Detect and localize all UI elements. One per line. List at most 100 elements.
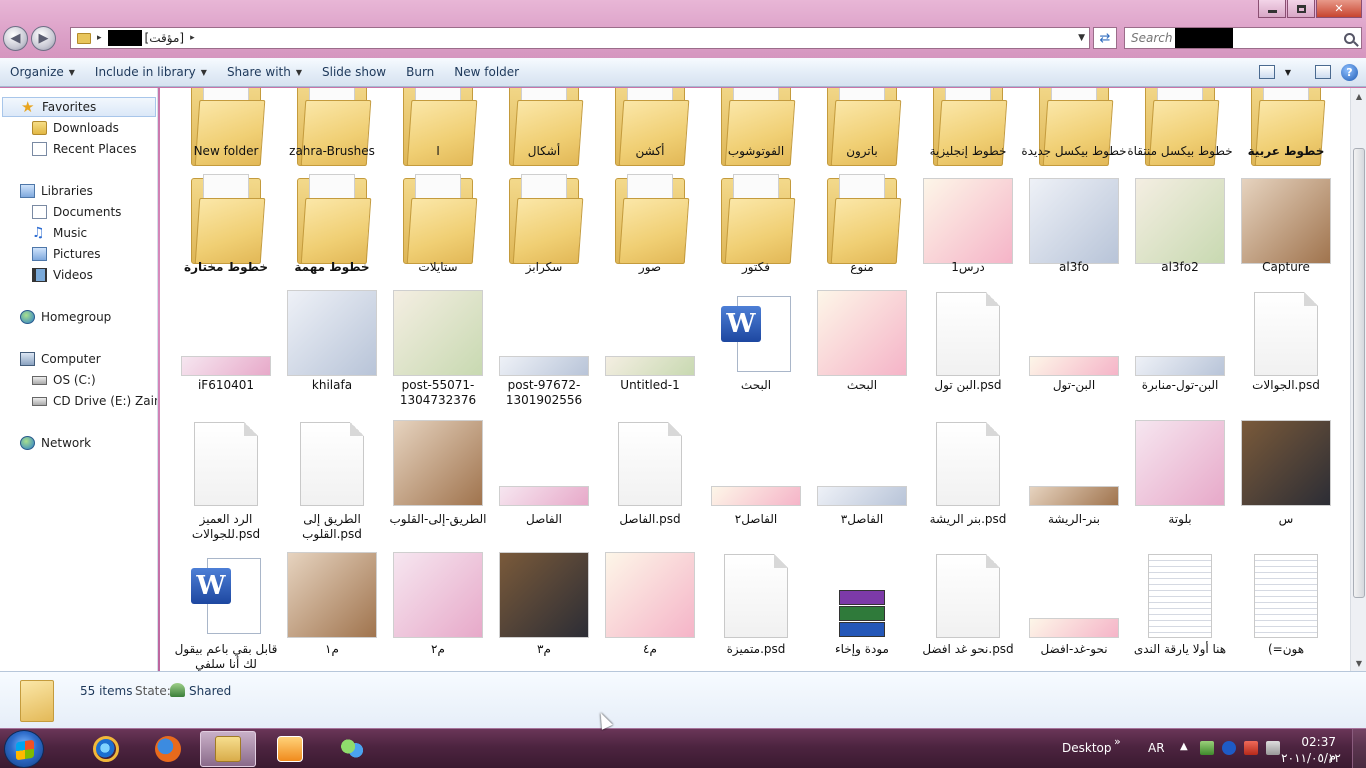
file-item[interactable]: م٤ xyxy=(597,88,703,671)
breadcrumb-separator[interactable]: ▸ xyxy=(97,33,102,43)
language-indicator[interactable]: AR xyxy=(1148,741,1165,755)
show-hidden-icons[interactable]: ▲ xyxy=(1180,741,1188,752)
refresh-button[interactable]: ⇄ xyxy=(1093,27,1117,49)
word-document-icon: W xyxy=(191,558,261,638)
nav-music-label: Music xyxy=(53,226,88,240)
file-item-label: (=هون xyxy=(1267,642,1305,656)
nav-pictures[interactable]: Pictures xyxy=(32,244,101,264)
include-label: Include in library xyxy=(94,65,196,79)
chevron-down-icon: ▼ xyxy=(68,67,75,77)
taskbar-messenger[interactable] xyxy=(324,731,380,767)
file-item[interactable]: م١ xyxy=(279,88,385,671)
homegroup-icon xyxy=(20,310,35,324)
taskbar-explorer[interactable] xyxy=(200,731,256,767)
maximize-button[interactable] xyxy=(1287,0,1315,18)
image-thumbnail xyxy=(1029,618,1119,638)
action-center-icon[interactable] xyxy=(1200,741,1214,755)
file-item-label: هنا أولا يارقة الندى xyxy=(1133,642,1227,656)
file-item-label: نحو غد افضل.psd xyxy=(922,642,1014,656)
address-bar[interactable]: ▸ [مؤقت] ▸ ▼ xyxy=(70,27,1090,49)
include-in-library-button[interactable]: Include in library ▼ xyxy=(85,58,217,86)
help-glyph: ? xyxy=(1346,65,1353,79)
organize-button[interactable]: Organize ▼ xyxy=(0,58,85,86)
share-with-button[interactable]: Share with ▼ xyxy=(217,58,312,86)
redacted-breadcrumb xyxy=(107,30,142,46)
nav-cd-label: CD Drive (E:) Zain US xyxy=(53,394,157,408)
minimize-button[interactable] xyxy=(1258,0,1286,18)
nav-downloads[interactable]: Downloads xyxy=(32,118,119,138)
taskbar-firefox[interactable] xyxy=(140,731,196,767)
search-box[interactable] xyxy=(1124,27,1362,49)
show-desktop-button[interactable] xyxy=(1352,729,1366,768)
forward-button[interactable]: ▶ xyxy=(31,26,56,51)
nav-videos[interactable]: Videos xyxy=(32,265,93,285)
nav-recent-places[interactable]: Recent Places xyxy=(32,139,136,159)
file-item[interactable]: م٢ xyxy=(385,88,491,671)
file-item[interactable]: W قابل بقي باعم بيقول لك أنا سلفي xyxy=(173,88,279,671)
vertical-scrollbar[interactable]: ▲ ▼ xyxy=(1350,88,1366,671)
file-item[interactable]: م٣ xyxy=(491,88,597,671)
bluetooth-icon[interactable] xyxy=(1222,741,1236,755)
file-item[interactable]: مودة وإخاء xyxy=(809,88,915,671)
window-title-bar: ✕ ◀ ▶ ▸ [مؤقت] ▸ ▼ ⇄ xyxy=(0,0,1366,58)
nav-homegroup[interactable]: Homegroup xyxy=(20,307,111,327)
nav-cd-drive[interactable]: CD Drive (E:) Zain US xyxy=(32,391,157,411)
back-button[interactable]: ◀ xyxy=(3,26,28,51)
scrollbar-thumb[interactable] xyxy=(1353,148,1365,598)
clock-date[interactable]: ٢٠١١/٠٥/١٢ xyxy=(1278,751,1344,765)
image-thumbnail xyxy=(393,552,483,638)
nav-os-c[interactable]: OS (C:) xyxy=(32,370,96,390)
media-player-icon xyxy=(277,736,303,762)
scroll-down-icon[interactable]: ▼ xyxy=(1351,655,1366,671)
nav-network[interactable]: Network xyxy=(20,433,91,453)
nav-pictures-label: Pictures xyxy=(53,247,101,261)
close-button[interactable]: ✕ xyxy=(1316,0,1362,18)
address-dropdown-icon[interactable]: ▼ xyxy=(1078,33,1085,43)
messenger-icon xyxy=(339,736,365,762)
taskbar-media-player[interactable] xyxy=(262,731,318,767)
new-folder-button[interactable]: New folder xyxy=(444,58,529,86)
shared-users-icon xyxy=(170,683,185,697)
file-item[interactable]: متميزة.psd xyxy=(703,88,809,671)
file-item[interactable]: نحو غد افضل.psd xyxy=(915,88,1021,671)
nav-computer[interactable]: Computer xyxy=(20,349,101,369)
nav-favorites[interactable]: ★ Favorites xyxy=(2,97,156,117)
nav-music[interactable]: ♫ Music xyxy=(32,223,87,243)
view-dropdown-icon[interactable]: ▼ xyxy=(1285,68,1291,77)
security-alert-icon[interactable] xyxy=(1244,741,1258,755)
file-item-label: م٣ xyxy=(537,642,551,656)
nav-osc-label: OS (C:) xyxy=(53,373,96,387)
nav-documents[interactable]: Documents xyxy=(32,202,121,222)
file-item[interactable]: نحو-غد-افضل xyxy=(1021,88,1127,671)
file-item[interactable]: هنا أولا يارقة الندى xyxy=(1127,88,1233,671)
share-label: Share with xyxy=(226,65,291,79)
breadcrumb-separator-end[interactable]: ▸ xyxy=(190,33,195,43)
folder-icon xyxy=(20,680,54,722)
search-icon[interactable] xyxy=(1344,32,1355,44)
preview-pane-icon[interactable] xyxy=(1315,65,1331,79)
help-icon[interactable]: ? xyxy=(1341,63,1358,81)
redacted-search xyxy=(1175,28,1233,48)
breadcrumb-current[interactable]: [مؤقت] xyxy=(145,31,185,45)
burn-button[interactable]: Burn xyxy=(396,58,444,86)
search-input[interactable] xyxy=(1131,31,1175,45)
cd-drive-icon xyxy=(32,396,47,406)
image-thumbnail xyxy=(605,552,695,638)
taskbar-internet-explorer[interactable] xyxy=(78,731,134,767)
scroll-up-icon[interactable]: ▲ xyxy=(1351,88,1366,104)
navigation-row: ◀ ▶ ▸ [مؤقت] ▸ ▼ ⇄ xyxy=(0,25,1366,53)
libraries-icon xyxy=(20,184,35,198)
music-note-icon: ♫ xyxy=(32,225,45,241)
desktop-toolbar-label[interactable]: Desktop xyxy=(1062,741,1112,755)
start-button[interactable] xyxy=(4,730,44,768)
slide-show-button[interactable]: Slide show xyxy=(312,58,396,86)
desktop-toolbar-chevron[interactable]: » xyxy=(1114,735,1121,748)
explorer-folder-icon xyxy=(215,736,241,762)
change-view-icon[interactable] xyxy=(1258,65,1275,79)
refresh-icon: ⇄ xyxy=(1099,30,1111,46)
downloads-folder-icon xyxy=(32,121,47,135)
text-file-icon xyxy=(1148,554,1212,638)
file-item-label: م٤ xyxy=(643,642,657,656)
file-item[interactable]: (=هون xyxy=(1233,88,1339,671)
nav-libraries[interactable]: Libraries xyxy=(20,181,93,201)
